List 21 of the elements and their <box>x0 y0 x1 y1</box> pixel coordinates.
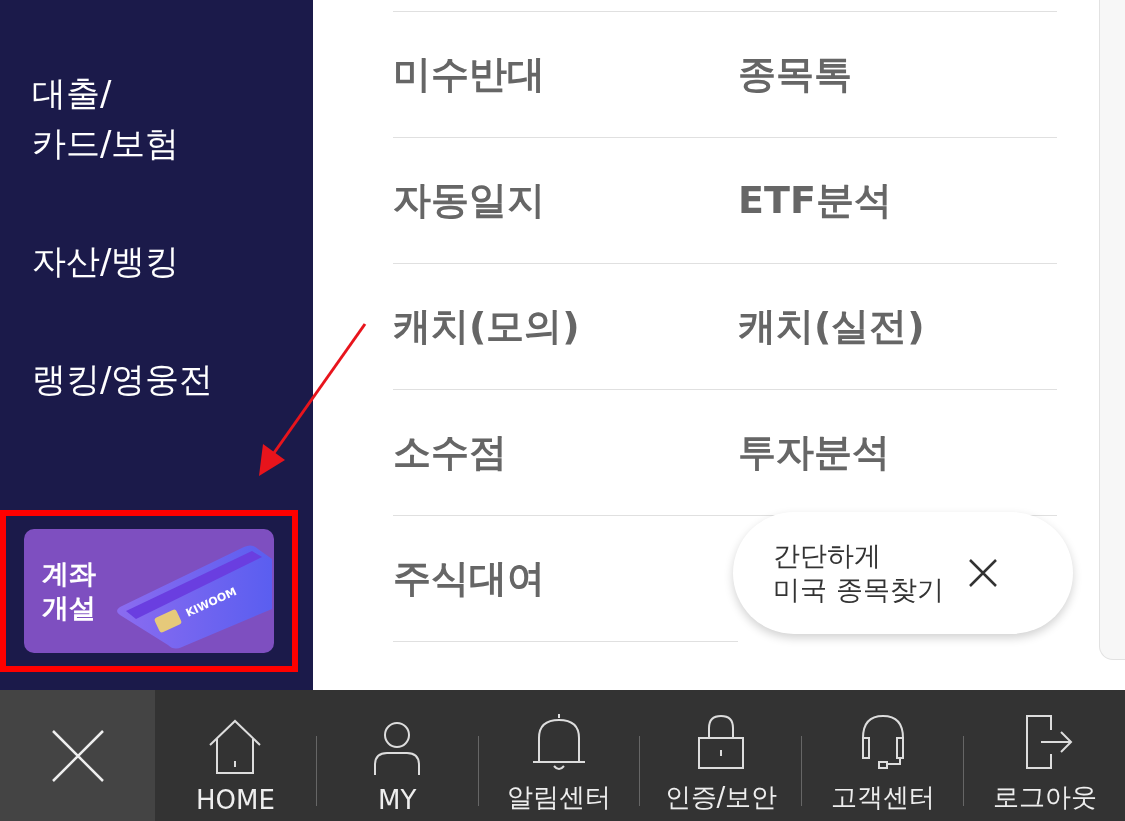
menu-item[interactable]: 소수점 <box>393 390 738 516</box>
nav-tab[interactable]: MY <box>316 690 478 821</box>
nav-tab[interactable]: 알림센터 <box>478 690 640 821</box>
close-icon <box>50 728 105 783</box>
menu-item[interactable]: 미수반대 <box>393 12 738 138</box>
nav-tab[interactable]: 인증/보안 <box>640 690 802 821</box>
close-button[interactable] <box>967 558 998 588</box>
popup-text[interactable]: 간단하게 미국 종목찾기 <box>773 539 944 607</box>
nav-tab[interactable]: HOME <box>155 690 316 821</box>
menu-item[interactable]: 캐치(실전) <box>738 264 1057 390</box>
close-icon <box>967 558 998 588</box>
sidebar-menu-item[interactable]: 대출/ 카드/보험 <box>0 68 313 168</box>
menu-item[interactable]: 자동일지 <box>393 138 738 264</box>
nav-tab[interactable]: 로그아웃 <box>964 690 1125 821</box>
nav-tab[interactable]: 고객센터 <box>802 690 964 821</box>
menu-item[interactable]: 종목톡 <box>738 12 1057 138</box>
menu-item[interactable]: 캐치(모의) <box>393 264 738 390</box>
menu-item[interactable]: ETF분석 <box>738 138 1057 264</box>
banner-title: 계좌 개설 <box>41 557 97 625</box>
sidebar-menu-item[interactable]: 자산/뱅킹 <box>0 236 313 286</box>
sidebar-menu-item[interactable]: 랭킹/영웅전 <box>0 354 313 404</box>
